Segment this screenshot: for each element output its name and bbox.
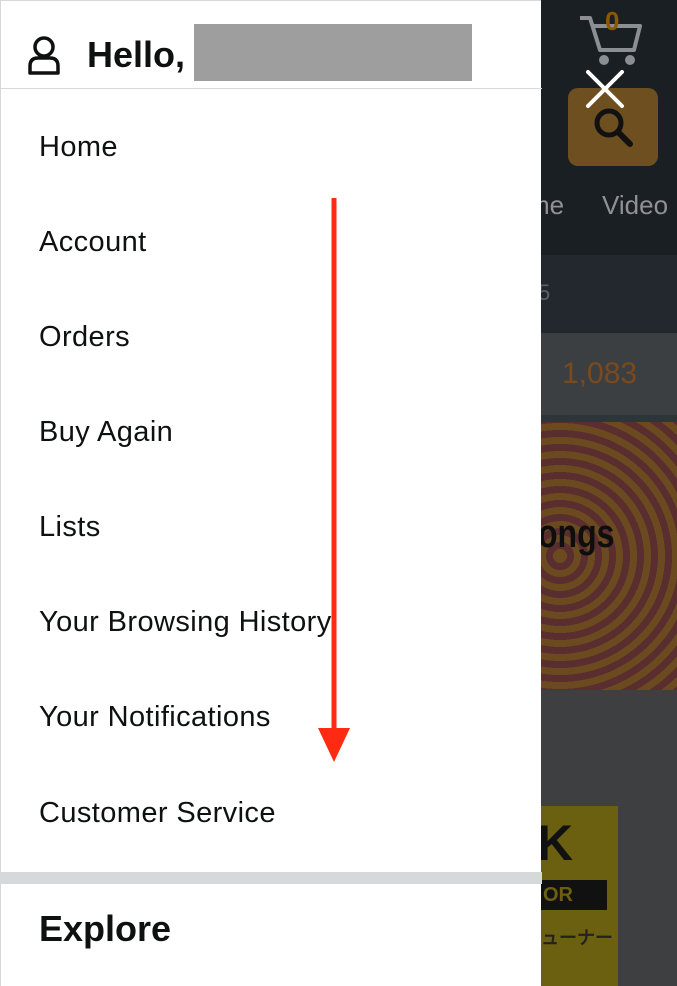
menu-item-label: Buy Again <box>39 416 174 448</box>
menu-item-browsing-history[interactable]: Your Browsing History <box>1 576 542 671</box>
menu-item-label: Customer Service <box>39 797 276 829</box>
close-icon[interactable] <box>582 66 628 112</box>
menu-item-label: Your Notifications <box>39 701 271 733</box>
menu-item-label: Home <box>39 131 118 163</box>
menu-item-home[interactable]: Home <box>1 101 542 196</box>
menu-item-customer-service[interactable]: Customer Service <box>1 767 542 862</box>
menu-item-notifications[interactable]: Your Notifications <box>1 671 542 766</box>
menu-item-lists[interactable]: Lists <box>1 481 542 576</box>
search-icon <box>594 108 633 147</box>
menu-item-label: Orders <box>39 321 131 353</box>
bg-logo[interactable]: K OR ューナー <box>537 806 618 986</box>
menu-item-orders[interactable]: Orders <box>1 291 542 386</box>
navigation-drawer: Hello, Home Account Orders Buy Again Lis… <box>0 0 542 986</box>
drawer-header[interactable]: Hello, <box>1 1 542 89</box>
user-icon <box>28 36 60 75</box>
bg-logo-text: K <box>537 815 574 871</box>
section-divider <box>1 872 542 884</box>
bg-logo-jp: ューナー <box>541 928 613 948</box>
bg-count: 1,083 <box>562 357 638 390</box>
menu-item-label: Your Browsing History <box>39 606 332 638</box>
bg-nav-item[interactable]: Video <box>602 190 668 221</box>
bg-banner-text: ongs <box>538 512 615 556</box>
scroll-down-arrow-icon <box>318 198 350 762</box>
menu-item-label: Account <box>39 226 147 258</box>
section-title-explore: Explore <box>39 908 172 949</box>
menu-item-label: Lists <box>39 511 101 543</box>
user-name-redacted <box>194 24 472 81</box>
menu-item-account[interactable]: Account <box>1 196 542 291</box>
greeting: Hello, <box>87 34 186 75</box>
cart-count: 0 <box>605 6 620 36</box>
bg-logo-bar: OR <box>537 880 607 910</box>
menu-item-buy-again[interactable]: Buy Again <box>1 386 542 481</box>
